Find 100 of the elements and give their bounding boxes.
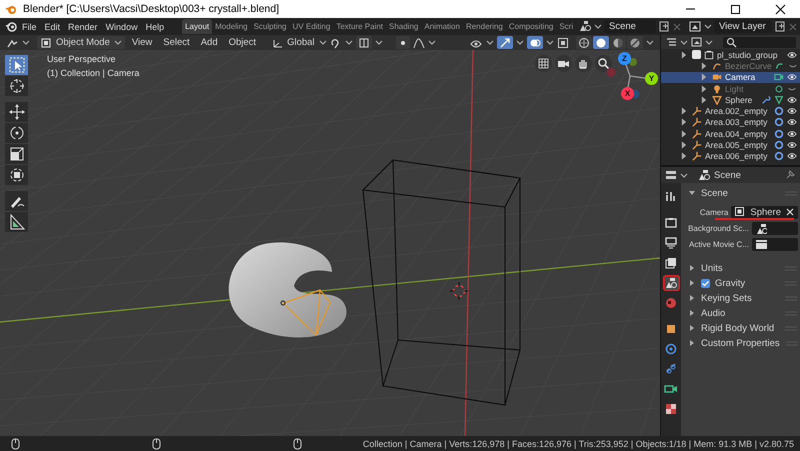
workspace-tab[interactable]: Compositing [506, 19, 556, 34]
eye-icon[interactable] [787, 128, 797, 139]
caret-icon[interactable] [704, 23, 712, 30]
menu-item[interactable]: File [18, 22, 41, 32]
outliner-row[interactable]: Camera [661, 72, 800, 83]
pin-icon[interactable] [784, 169, 796, 181]
panel-header[interactable]: Rigid Body World [685, 321, 798, 335]
gizmo-axis-button[interactable]: Y [645, 72, 658, 85]
transform-tool-button[interactable] [5, 165, 28, 185]
panel-header[interactable]: Keying Sets [685, 291, 798, 305]
measure-tool-button[interactable] [5, 212, 28, 232]
menu-item[interactable]: View [128, 37, 156, 48]
panel-header[interactable]: Scene [685, 186, 798, 200]
menu-item[interactable]: Render [64, 22, 102, 32]
workspace-tab[interactable]: Rendering [462, 19, 506, 34]
scene-field[interactable]: Scene [604, 20, 656, 33]
panel-header[interactable]: Audio [685, 306, 798, 320]
caret-icon[interactable] [516, 39, 524, 46]
new-layer-icon[interactable] [774, 20, 786, 33]
falloff-curve-icon[interactable] [412, 36, 425, 48]
zoom-button[interactable] [595, 55, 612, 72]
eye-icon[interactable] [787, 106, 797, 116]
workspace-tab[interactable]: UV Editing [290, 19, 334, 34]
shading-mode-button[interactable] [576, 36, 592, 49]
expand-arrow-icon[interactable] [679, 106, 689, 116]
annotate-tool-button[interactable] [5, 191, 28, 211]
light-data-icon[interactable] [774, 84, 784, 94]
overlay-toggle[interactable] [527, 36, 543, 49]
workspace-tab[interactable]: Animation [421, 19, 463, 34]
camera-view-button[interactable] [555, 55, 572, 72]
shading-mode-button[interactable] [610, 36, 626, 49]
outliner-row[interactable]: Area.004_empty [661, 128, 800, 140]
scale-tool-button[interactable] [5, 144, 28, 164]
caret-icon[interactable] [546, 39, 554, 46]
xray-icon[interactable] [557, 36, 569, 48]
caret-icon[interactable] [486, 39, 494, 46]
caret-icon[interactable] [646, 39, 654, 46]
gizmo-toggle[interactable] [497, 36, 513, 49]
grip-icon[interactable] [784, 189, 798, 197]
workspace-tab[interactable]: Shading [386, 19, 422, 34]
panel-header[interactable]: Units [685, 261, 798, 275]
view-layer-field[interactable]: View Layer [714, 20, 772, 33]
workspace-tab[interactable]: Layout [182, 19, 212, 34]
caret-icon[interactable] [680, 38, 688, 46]
mesh-data-icon[interactable] [774, 94, 784, 105]
menu-item[interactable]: Help [142, 22, 168, 32]
outliner-row[interactable]: Area.002_empty [661, 105, 800, 117]
gizmo-axis-button[interactable]: Z [618, 52, 631, 65]
menu-item[interactable]: Object [224, 37, 260, 48]
display-mode-icon[interactable] [665, 36, 678, 48]
select-tool-button[interactable] [5, 55, 28, 75]
cursor-tool-button[interactable] [5, 76, 28, 96]
expand-arrow-icon[interactable] [679, 140, 689, 150]
checkbox[interactable] [701, 278, 710, 288]
object-field[interactable]: Sphere [731, 206, 798, 218]
workspace-tab[interactable]: Modeling [212, 19, 251, 34]
menu-item[interactable]: Select [159, 37, 194, 48]
shading-mode-button[interactable] [627, 36, 643, 49]
caret-icon[interactable] [594, 23, 602, 30]
caret-icon[interactable] [22, 39, 30, 46]
outliner-row[interactable]: Sphere [661, 94, 800, 106]
eye-icon[interactable] [787, 140, 797, 150]
outliner-row[interactable]: Area.003_empty [661, 116, 800, 128]
eye-icon[interactable] [787, 151, 797, 162]
view-layer-icon[interactable] [688, 20, 702, 33]
menu-item[interactable]: Edit [40, 22, 64, 32]
output-tab[interactable] [662, 235, 680, 251]
eye-icon[interactable] [787, 72, 797, 82]
curve-data-icon[interactable] [774, 60, 785, 71]
eye-icon[interactable] [787, 94, 797, 105]
outliner-row[interactable]: Area.005_empty [661, 139, 800, 151]
constraint-icon[interactable] [774, 117, 784, 128]
new-scene-icon[interactable] [658, 20, 670, 33]
panel-header[interactable]: Gravity [685, 276, 798, 290]
scene-tab[interactable] [662, 275, 680, 291]
caret-icon[interactable] [374, 39, 383, 46]
expand-arrow-icon[interactable] [679, 50, 689, 60]
grip-icon[interactable] [784, 324, 798, 332]
caret-icon[interactable] [705, 38, 713, 46]
outliner-row[interactable]: Area.006_empty [661, 150, 800, 162]
grip-icon[interactable] [784, 279, 798, 287]
shading-mode-button[interactable] [593, 36, 609, 49]
pan-hand-button[interactable] [575, 55, 592, 72]
snap-target-button[interactable] [356, 36, 372, 49]
camera-data-icon[interactable] [774, 72, 784, 82]
expand-arrow-icon[interactable] [679, 117, 689, 128]
expand-arrow-icon[interactable] [679, 128, 689, 139]
gizmo-axis-button[interactable]: X [621, 87, 634, 100]
grip-icon[interactable] [784, 264, 798, 272]
caret-icon[interactable] [680, 172, 688, 178]
workspace-tab[interactable]: Texture Paint [333, 19, 386, 34]
menu-item[interactable]: Add [196, 37, 222, 48]
orientation-dropdown[interactable]: Global [271, 36, 327, 48]
blender-logo-icon[interactable] [5, 20, 18, 33]
ortho-grid-button[interactable] [535, 55, 552, 72]
object-field[interactable] [752, 222, 798, 234]
constraint-icon[interactable] [774, 106, 784, 116]
menu-item[interactable]: Window [102, 22, 142, 32]
grip-icon[interactable] [784, 339, 799, 347]
clear-icon[interactable] [785, 207, 795, 217]
